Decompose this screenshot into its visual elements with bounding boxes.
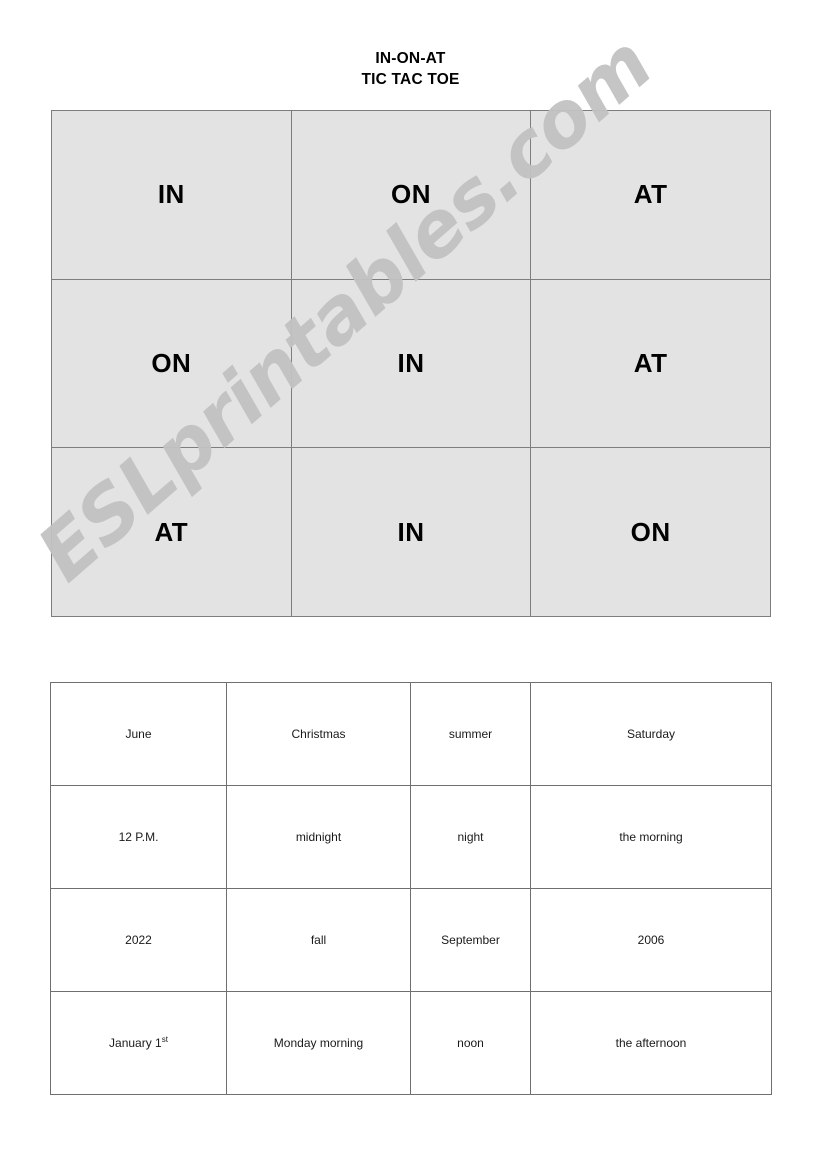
table-cell[interactable]: June [50,682,227,786]
table-cell[interactable]: 2006 [530,888,772,992]
table-cell[interactable]: Christmas [226,682,411,786]
tic-tac-toe-cell[interactable]: IN [291,279,532,449]
table-cell[interactable]: summer [410,682,531,786]
tic-tac-toe-cell-label: ON [151,347,192,378]
table-cell[interactable]: noon [410,991,531,1095]
table-row: 12 P.M. midnight night the morning [50,785,772,889]
page-title: IN-ON-AT TIC TAC TOE [0,48,821,90]
tic-tac-toe-cell-label: ON [390,179,431,210]
tic-tac-toe-cell-label: AT [633,347,668,378]
table-cell[interactable]: midnight [226,785,411,889]
table-cell-january[interactable]: January 1st [50,991,227,1095]
tic-tac-toe-cell[interactable]: ON [291,111,532,280]
table-row: June Christmas summer Saturday [50,682,772,786]
tic-tac-toe-cell-label: ON [630,516,671,547]
table-cell[interactable]: the morning [530,785,772,889]
time-expressions-table: June Christmas summer Saturday 12 P.M. m… [50,682,772,1095]
tic-tac-toe-cell[interactable]: IN [291,448,532,617]
table-cell[interactable]: September [410,888,531,992]
tic-tac-toe-cell[interactable]: ON [52,279,292,449]
table-row: 2022 fall September 2006 [50,888,772,992]
tic-tac-toe-cell-label: AT [154,516,189,547]
table-cell[interactable]: the afternoon [530,991,772,1095]
tic-tac-toe-grid: IN ON AT ON IN AT AT IN ON [51,110,771,617]
tic-tac-toe-cell[interactable]: AT [52,448,292,617]
ordinal-suffix: st [161,1035,168,1044]
title-line-1: IN-ON-AT [375,50,446,67]
table-cell[interactable]: 12 P.M. [50,785,227,889]
table-cell[interactable]: 2022 [50,888,227,992]
tic-tac-toe-cell[interactable]: AT [531,279,771,449]
tic-tac-toe-cell[interactable]: IN [52,111,292,280]
table-cell[interactable]: Saturday [530,682,772,786]
title-line-2: TIC TAC TOE [361,71,460,88]
table-cell[interactable]: night [410,785,531,889]
table-row: January 1st Monday morning noon the afte… [50,991,772,1095]
table-cell[interactable]: Monday morning [226,991,411,1095]
tic-tac-toe-cell-label: AT [633,179,668,210]
table-cell-january-text: January 1 [109,1036,162,1050]
table-cell[interactable]: fall [226,888,411,992]
tic-tac-toe-cell-label: IN [157,179,185,210]
tic-tac-toe-cell-label: IN [397,347,425,378]
tic-tac-toe-cell[interactable]: ON [531,448,771,617]
tic-tac-toe-cell-label: IN [397,516,425,547]
tic-tac-toe-cell[interactable]: AT [531,111,771,280]
